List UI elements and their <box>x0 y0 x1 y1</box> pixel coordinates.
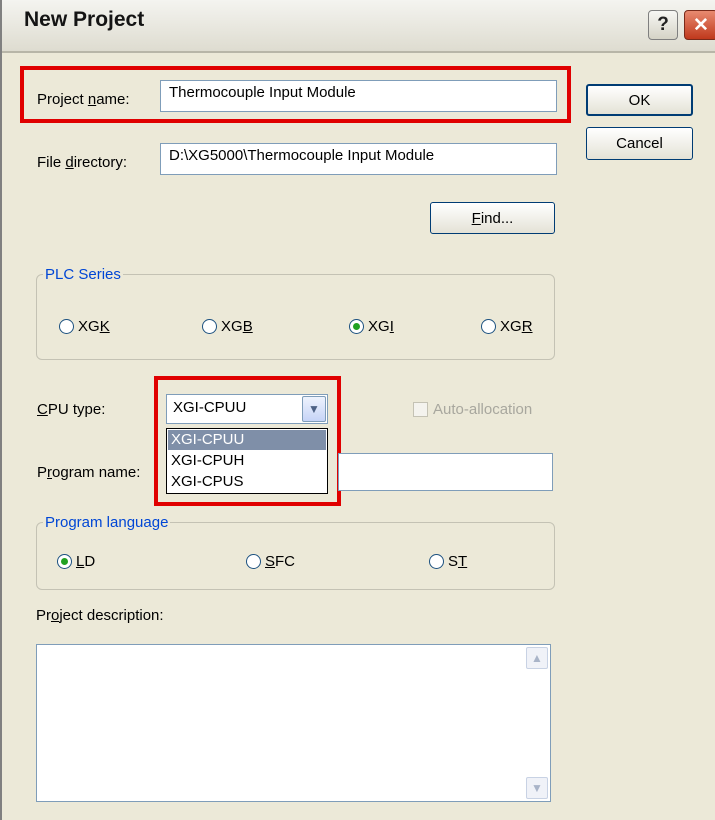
close-button[interactable]: ✕ <box>684 10 715 40</box>
cancel-button[interactable]: Cancel <box>586 127 693 160</box>
radio-xgb[interactable]: XG B <box>202 318 253 335</box>
scroll-down-arrow-icon[interactable]: ▼ <box>526 777 548 799</box>
radio-circle <box>202 319 217 334</box>
file-directory-label: File directory: <box>37 154 128 171</box>
file-directory-input[interactable]: D:\XG5000\Thermocouple Input Module <box>160 143 557 175</box>
radio-circle <box>481 319 496 334</box>
find-button[interactable]: Find... <box>430 202 555 234</box>
ok-label: OK <box>628 91 651 109</box>
project-name-label: Project name: <box>37 91 130 108</box>
title-bar: New Project ? ✕ <box>2 0 715 53</box>
project-name-value: Thermocouple Input Module <box>169 84 356 101</box>
radio-circle <box>59 319 74 334</box>
dialog-title: New Project <box>24 8 145 31</box>
plc-series-group: PLC Series <box>36 266 555 360</box>
program-name-input[interactable] <box>338 453 553 491</box>
auto-allocation-checkbox[interactable]: Auto-allocation <box>413 401 532 418</box>
radio-st[interactable]: ST <box>429 553 467 570</box>
new-project-dialog: New Project ? ✕ Project name: Thermocoup… <box>0 0 715 820</box>
radio-xgi[interactable]: XG I <box>349 318 394 335</box>
program-language-legend: Program language <box>45 514 169 531</box>
cpu-type-label: CPU type: <box>37 401 106 418</box>
radio-circle-selected <box>57 554 72 569</box>
radio-sfc[interactable]: S FC <box>246 553 295 570</box>
file-directory-value: D:\XG5000\Thermocouple Input Module <box>169 147 435 164</box>
plc-series-legend: PLC Series <box>45 266 121 283</box>
radio-circle-selected <box>349 319 364 334</box>
auto-allocation-label: Auto-allocation <box>433 401 533 418</box>
close-icon: ✕ <box>693 14 709 36</box>
program-name-label: Program name: <box>37 464 141 481</box>
radio-xgk[interactable]: XG K <box>59 318 110 335</box>
help-button[interactable]: ? <box>648 10 678 40</box>
project-description-label: Project description: <box>36 607 164 624</box>
cancel-label: Cancel <box>616 135 663 152</box>
cpu-type-highlight <box>154 376 341 506</box>
program-language-group: Program language <box>36 514 555 590</box>
radio-xgr[interactable]: XG R <box>481 318 533 335</box>
radio-circle <box>429 554 444 569</box>
radio-circle <box>246 554 261 569</box>
project-description-textarea[interactable]: ▲ ▼ <box>36 644 551 802</box>
radio-ld[interactable]: LD <box>57 553 95 570</box>
checkbox-box <box>413 402 428 417</box>
project-name-input[interactable]: Thermocouple Input Module <box>160 80 557 112</box>
ok-button[interactable]: OK <box>586 84 693 116</box>
scroll-up-arrow-icon[interactable]: ▲ <box>526 647 548 669</box>
question-icon: ? <box>657 14 669 35</box>
find-label: Find... <box>471 209 514 227</box>
